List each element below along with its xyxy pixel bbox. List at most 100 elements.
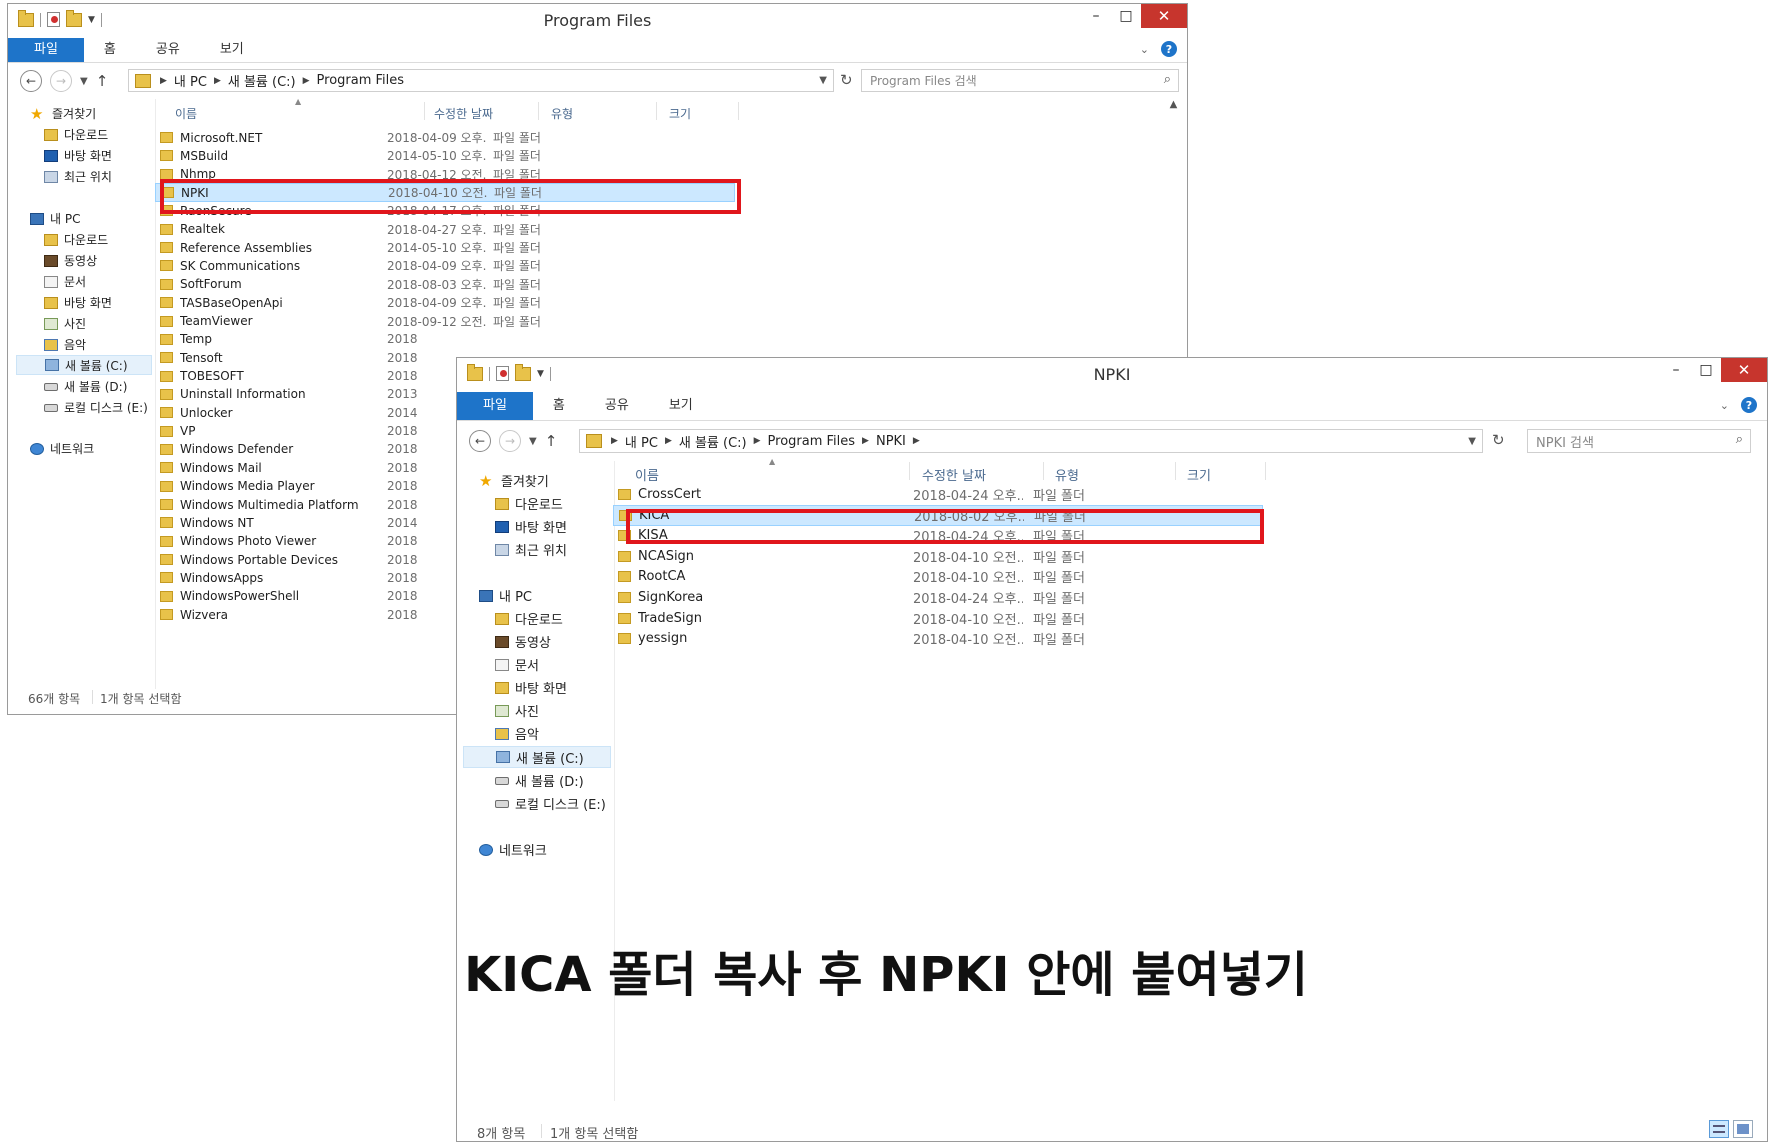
refresh-icon[interactable]: ↻ <box>1492 431 1505 449</box>
column-separator[interactable] <box>1265 462 1266 480</box>
breadcrumb-drive-c[interactable]: 새 볼륨 (C:) <box>228 71 296 90</box>
breadcrumb-npki[interactable]: NPKI <box>876 434 906 449</box>
column-separator[interactable] <box>538 102 539 120</box>
search-input[interactable]: NPKI 검색 ⌕ <box>1527 429 1751 453</box>
nav-pc-desktop[interactable]: 바탕 화면 <box>44 294 112 311</box>
file-row-rootca[interactable]: RootCA 2018-04-10 오전... 파일 폴더 <box>613 566 1263 587</box>
file-row-crosscert[interactable]: CrossCert 2018-04-24 오후... 파일 폴더 <box>613 484 1263 505</box>
nav-videos[interactable]: 동영상 <box>495 632 551 651</box>
column-type[interactable]: 유형 <box>1055 465 1079 484</box>
nav-drive-d[interactable]: 새 볼륨 (D:) <box>44 378 127 395</box>
file-row-msbuild[interactable]: MSBuild 2014-05-10 오후... 파일 폴더 <box>155 146 735 165</box>
search-icon[interactable]: ⌕ <box>1164 72 1171 87</box>
nav-documents[interactable]: 문서 <box>495 655 539 674</box>
tab-view[interactable]: 보기 <box>200 38 264 62</box>
file-row-sk-communications[interactable]: SK Communications 2018-04-09 오후... 파일 폴더 <box>155 256 735 275</box>
search-input[interactable]: Program Files 검색 ⌕ <box>861 69 1179 92</box>
column-separator[interactable] <box>1175 462 1176 480</box>
breadcrumb-drive-c[interactable]: 새 볼륨 (C:) <box>679 432 747 451</box>
nav-this-pc[interactable]: 내 PC <box>30 210 80 227</box>
breadcrumb-chevron-icon[interactable]: ▶ <box>754 436 761 446</box>
nav-videos[interactable]: 동영상 <box>44 252 97 269</box>
nav-drive-e[interactable]: 로컬 디스크 (E:) <box>44 399 148 416</box>
tab-view[interactable]: 보기 <box>649 392 713 420</box>
nav-drive-c[interactable]: 새 볼륨 (C:) <box>16 355 152 375</box>
column-separator[interactable] <box>424 102 425 120</box>
column-size[interactable]: 크기 <box>1187 465 1211 484</box>
address-bar[interactable]: ▶ 내 PC ▶ 새 볼륨 (C:) ▶ Program Files ▼ <box>128 69 834 92</box>
nav-pc-downloads[interactable]: 다운로드 <box>495 609 563 628</box>
breadcrumb-chevron-icon[interactable]: ▶ <box>214 76 221 86</box>
breadcrumb-this-pc[interactable]: 내 PC <box>625 432 658 451</box>
nav-pc-downloads[interactable]: 다운로드 <box>44 231 108 248</box>
nav-this-pc[interactable]: 내 PC <box>479 586 532 605</box>
nav-drive-e[interactable]: 로컬 디스크 (E:) <box>495 794 606 813</box>
breadcrumb-program-files[interactable]: Program Files <box>317 73 405 88</box>
tab-home[interactable]: 홈 <box>533 392 585 420</box>
nav-desktop[interactable]: 바탕 화면 <box>44 147 112 164</box>
expand-ribbon-icon[interactable]: ⌄ <box>1140 43 1149 56</box>
address-bar[interactable]: ▶ 내 PC ▶ 새 볼륨 (C:) ▶ Program Files ▶ NPK… <box>579 429 1483 453</box>
column-separator[interactable] <box>1043 462 1044 480</box>
recent-locations-dropdown[interactable]: ▼ <box>80 76 88 87</box>
folder-icon[interactable] <box>18 9 34 27</box>
breadcrumb-chevron-icon[interactable]: ▶ <box>611 436 618 446</box>
nav-pc-desktop[interactable]: 바탕 화면 <box>495 678 567 697</box>
file-row-realtek[interactable]: Realtek 2018-04-27 오후... 파일 폴더 <box>155 220 735 239</box>
back-button[interactable]: ← <box>20 70 42 92</box>
search-icon[interactable]: ⌕ <box>1736 432 1743 447</box>
file-row-temp[interactable]: Temp 2018 <box>155 330 735 349</box>
back-button[interactable]: ← <box>469 430 491 452</box>
new-folder-icon[interactable] <box>66 9 82 27</box>
nav-downloads[interactable]: 다운로드 <box>495 494 563 513</box>
up-button[interactable]: ↑ <box>96 72 109 90</box>
file-row-tasbaseopenapi[interactable]: TASBaseOpenApi 2018-04-09 오후... 파일 폴더 <box>155 293 735 312</box>
breadcrumb-chevron-icon[interactable]: ▶ <box>303 76 310 86</box>
file-row-tradesign[interactable]: TradeSign 2018-04-10 오전... 파일 폴더 <box>613 608 1263 629</box>
column-separator[interactable] <box>909 462 910 480</box>
column-date[interactable]: 수정한 날짜 <box>434 105 493 122</box>
file-row-teamviewer[interactable]: TeamViewer 2018-09-12 오전... 파일 폴더 <box>155 312 735 331</box>
nav-recent-places[interactable]: 최근 위치 <box>495 540 567 559</box>
forward-button[interactable]: → <box>50 70 72 92</box>
help-icon[interactable]: ? <box>1741 397 1757 413</box>
address-dropdown-icon[interactable]: ▼ <box>819 75 827 86</box>
file-row-signkorea[interactable]: SignKorea 2018-04-24 오후... 파일 폴더 <box>613 587 1263 608</box>
nav-favorites[interactable]: ★ 즐겨찾기 <box>479 471 549 491</box>
column-name[interactable]: 이름 <box>635 465 659 484</box>
breadcrumb-chevron-icon[interactable]: ▶ <box>862 436 869 446</box>
nav-music[interactable]: 음악 <box>495 724 539 743</box>
tab-file[interactable]: 파일 <box>8 38 84 62</box>
file-row-microsoft-net[interactable]: Microsoft.NET 2018-04-09 오후... 파일 폴더 <box>155 128 735 147</box>
file-row-yessign[interactable]: yessign 2018-04-10 오전... 파일 폴더 <box>613 628 1263 649</box>
tab-file[interactable]: 파일 <box>457 392 533 420</box>
help-icon[interactable]: ? <box>1161 41 1177 57</box>
column-separator[interactable] <box>738 102 739 120</box>
breadcrumb-this-pc[interactable]: 내 PC <box>174 71 207 90</box>
customize-dropdown-icon[interactable]: ▼ <box>537 369 544 379</box>
large-icons-view-button[interactable] <box>1733 1120 1753 1138</box>
refresh-icon[interactable]: ↻ <box>840 71 853 89</box>
recent-locations-dropdown[interactable]: ▼ <box>529 436 537 447</box>
tab-share[interactable]: 공유 <box>585 392 649 420</box>
properties-icon[interactable] <box>496 366 509 381</box>
tab-home[interactable]: 홈 <box>84 38 136 62</box>
nav-network[interactable]: 네트워크 <box>479 840 547 859</box>
column-type[interactable]: 유형 <box>551 105 573 122</box>
forward-button[interactable]: → <box>499 430 521 452</box>
column-name[interactable]: 이름 <box>175 105 197 122</box>
breadcrumb-chevron-icon[interactable]: ▶ <box>160 76 167 86</box>
address-dropdown-icon[interactable]: ▼ <box>1468 436 1476 447</box>
breadcrumb-program-files[interactable]: Program Files <box>768 434 856 449</box>
file-row-ncasign[interactable]: NCASign 2018-04-10 오전... 파일 폴더 <box>613 546 1263 567</box>
column-separator[interactable] <box>656 102 657 120</box>
properties-icon[interactable] <box>47 12 60 27</box>
breadcrumb-chevron-icon[interactable]: ▶ <box>665 436 672 446</box>
file-row-softforum[interactable]: SoftForum 2018-08-03 오후... 파일 폴더 <box>155 275 735 294</box>
up-button[interactable]: ↑ <box>545 432 558 450</box>
minimize-button[interactable]: – <box>1081 4 1111 28</box>
nav-recent-places[interactable]: 최근 위치 <box>44 168 112 185</box>
nav-drive-c[interactable]: 새 볼륨 (C:) <box>463 746 611 768</box>
column-size[interactable]: 크기 <box>669 105 691 122</box>
nav-drive-d[interactable]: 새 볼륨 (D:) <box>495 771 584 790</box>
